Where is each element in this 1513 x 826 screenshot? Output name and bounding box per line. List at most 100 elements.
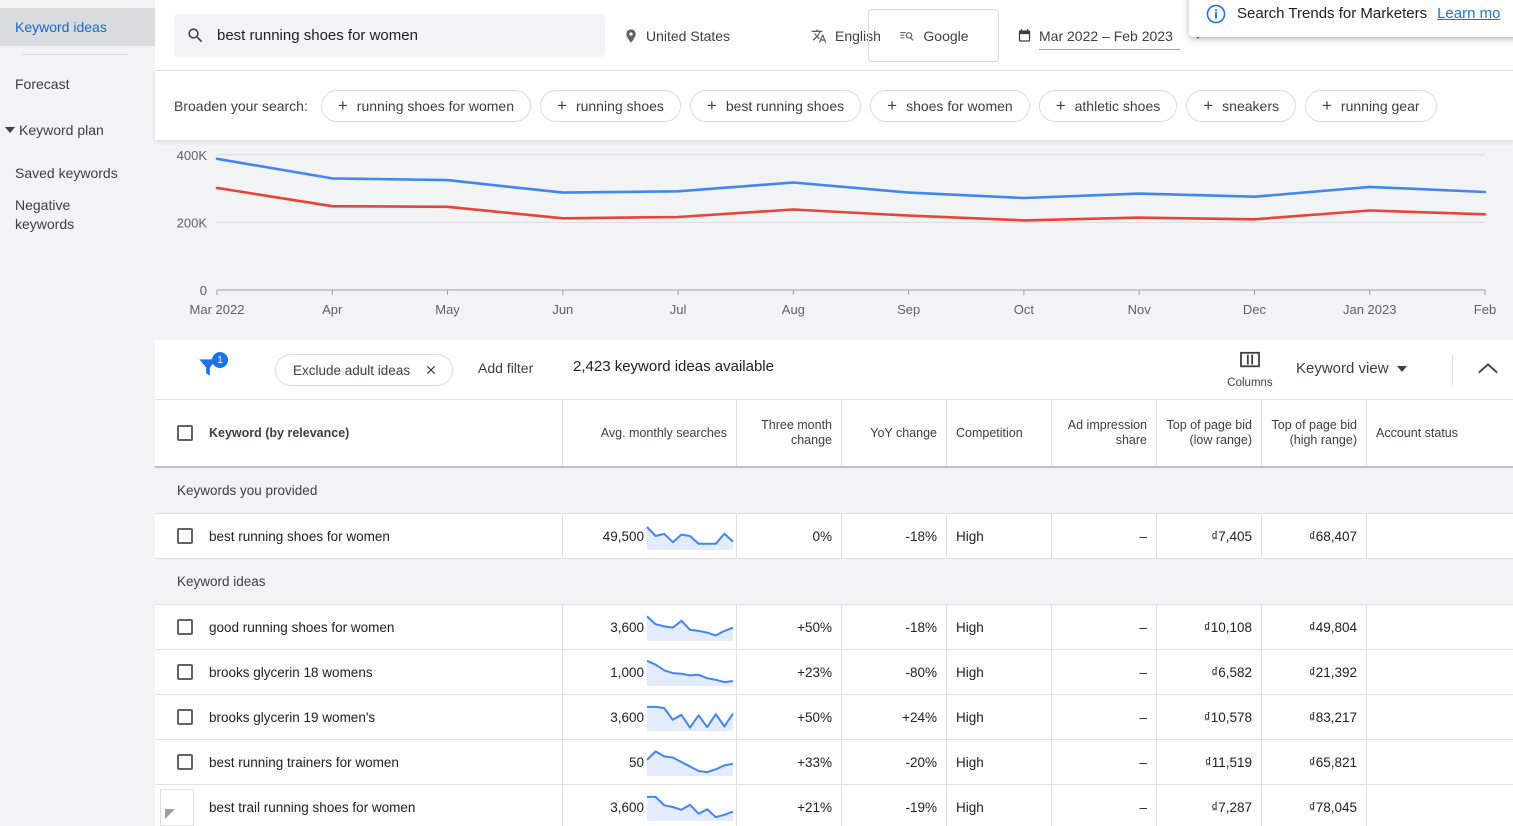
row-checkbox[interactable] [177, 528, 193, 544]
broaden-chip-6[interactable]: + running gear [1304, 89, 1437, 122]
cell-ad-impression-share-value: – [1139, 799, 1147, 815]
column-header-label: Top of page bid (low range) [1166, 418, 1253, 447]
broaden-chip-4[interactable]: + athletic shoes [1038, 89, 1178, 122]
cell-account-status [1366, 650, 1513, 694]
cell-competition-value: High [956, 754, 984, 770]
row-checkbox[interactable] [177, 709, 193, 725]
broaden-chip-5[interactable]: + sneakers [1186, 89, 1296, 122]
avg-monthly-searches-value: 1,000 [610, 664, 644, 680]
broaden-chip-3[interactable]: + shoes for women [870, 89, 1030, 122]
broaden-chip-label: best running shoes [725, 97, 845, 114]
table-row[interactable]: best running shoes for women 49,500 0% -18%… [155, 514, 1513, 559]
svg-text:0: 0 [200, 283, 207, 298]
sidebar-item-negative-keywords[interactable]: Negative keywords [0, 196, 155, 240]
cell-keyword: brooks glycerin 19 women's [155, 695, 562, 739]
select-all-checkbox[interactable] [177, 425, 193, 441]
sparkline-chart [646, 615, 734, 641]
table-row[interactable]: best running trainers for women 50 +33% -20… [155, 740, 1513, 785]
cell-account-status [1366, 514, 1513, 558]
broaden-chip-label: running shoes [575, 97, 664, 114]
cell-three-month-change: +50% [736, 695, 841, 739]
plus-icon: + [887, 96, 898, 115]
broaden-chip-1[interactable]: + running shoes [540, 89, 681, 122]
cell-bid-low-value: ₫10,108 [1203, 619, 1252, 635]
table-row[interactable]: brooks glycerin 19 women's 3,600 +50% +24% H… [155, 695, 1513, 740]
broaden-chip-label: running shoes for women [356, 97, 514, 114]
search-input[interactable]: best running shoes for women [174, 14, 605, 57]
sidebar-item-keyword-ideas[interactable]: Keyword ideas [0, 8, 155, 46]
translate-icon [811, 29, 827, 43]
sidebar-item-label: Keyword ideas [15, 19, 107, 35]
column-header-account-status[interactable]: Account status [1366, 400, 1513, 466]
avg-monthly-searches-value: 3,600 [610, 799, 644, 815]
column-header-label: YoY change [870, 425, 937, 440]
exclude-adult-ideas-chip[interactable]: Exclude adult ideas [275, 354, 454, 386]
plus-icon: + [557, 96, 567, 115]
toast-learn-more-link[interactable]: Learn mo [1437, 5, 1500, 22]
date-range-label: Mar 2022 – Feb 2023 [1039, 28, 1173, 44]
column-header-label: Three month change [761, 418, 832, 447]
cell-keyword: best running trainers for women [155, 740, 562, 784]
column-header-three-month-change[interactable]: Three month change [736, 400, 841, 466]
cell-keyword: good running shoes for women [155, 605, 562, 649]
avg-monthly-searches-value: 49,500 [602, 528, 644, 544]
keyword-table: Keyword (by relevance) Avg. monthly sear… [155, 400, 1513, 826]
location-label: United States [646, 28, 731, 44]
date-range-selector[interactable]: Mar 2022 – Feb 2023 [1017, 24, 1202, 50]
collapse-chart-button[interactable] [1477, 362, 1499, 381]
row-checkbox[interactable] [177, 619, 193, 635]
sidebar: Keyword ideas Forecast Keyword plan Save… [0, 0, 155, 826]
filter-funnel-button[interactable]: 1 [195, 352, 229, 386]
cell-ad-impression-share: – [1051, 514, 1156, 558]
columns-button[interactable]: Columns [1218, 351, 1282, 389]
svg-text:200K: 200K [177, 215, 208, 230]
cell-three-month-change: +23% [736, 650, 841, 694]
row-checkbox[interactable] [177, 754, 193, 770]
column-header-yoy-change[interactable]: YoY change [841, 400, 946, 466]
broaden-chip-label: shoes for women [906, 97, 1013, 114]
broaden-search-bar: Broaden your search: + running shoes for… [155, 71, 1513, 140]
avg-monthly-searches-value: 3,600 [610, 709, 644, 725]
column-header-keyword[interactable]: Keyword (by relevance) [155, 400, 562, 466]
cell-bid-low: ₫6,582 [1156, 650, 1261, 694]
cell-competition: High [946, 740, 1051, 784]
column-header-bid-high[interactable]: Top of page bid (high range) [1261, 400, 1366, 466]
table-row[interactable]: good running shoes for women 3,600 +50% -18… [155, 605, 1513, 650]
column-header-bid-low[interactable]: Top of page bid (low range) [1156, 400, 1261, 466]
cell-yoy-change-value: -20% [905, 754, 937, 770]
keyword-view-selector[interactable]: Keyword view [1296, 360, 1407, 377]
sparkline-chart [646, 526, 734, 550]
sidebar-item-keyword-plan[interactable]: Keyword plan [0, 114, 155, 146]
cell-three-month-change: +50% [736, 605, 841, 649]
cell-ad-impression-share: – [1051, 740, 1156, 784]
avg-monthly-searches-value: 3,600 [610, 619, 644, 635]
add-filter-button[interactable]: Add filter [478, 360, 533, 376]
location-selector[interactable]: United States [623, 24, 730, 48]
column-header-ad-impression-share[interactable]: Ad impression share [1051, 400, 1156, 466]
cell-ad-impression-share-value: – [1139, 664, 1147, 680]
row-checkbox[interactable] [177, 664, 193, 680]
broaden-chip-2[interactable]: + best running shoes [689, 89, 862, 122]
search-trends-toast: Search Trends for Marketers Learn mo [1189, 0, 1513, 37]
cell-yoy-change: +24% [841, 695, 946, 739]
filter-count-badge: 1 [212, 352, 228, 368]
cell-ad-impression-share: – [1051, 605, 1156, 649]
broaden-chip-0[interactable]: + running shoes for women [320, 89, 531, 122]
cell-avg-monthly-searches: 50 [562, 740, 736, 784]
cell-yoy-change: -18% [841, 514, 946, 558]
sidebar-item-saved-keywords[interactable]: Saved keywords [0, 157, 155, 189]
cell-bid-high: ₫68,407 [1261, 514, 1366, 558]
column-header-avg-monthly-searches[interactable]: Avg. monthly searches [562, 400, 736, 466]
close-icon[interactable] [424, 363, 438, 377]
table-row[interactable]: brooks glycerin 18 womens 1,000 +23% -80% Hi… [155, 650, 1513, 695]
table-row[interactable]: best trail running shoes for women 3,600 +… [155, 785, 1513, 826]
resize-triangle-icon [165, 809, 175, 819]
cell-bid-low: ₫10,108 [1156, 605, 1261, 649]
column-header-competition[interactable]: Competition [946, 400, 1051, 466]
table-group-header: Keywords you provided [155, 468, 1513, 514]
table-corner-handle[interactable] [160, 789, 194, 826]
keyword-text: best running shoes for women [209, 528, 390, 544]
table-body: Keywords you provided best running shoes … [155, 468, 1513, 826]
sidebar-item-forecast[interactable]: Forecast [0, 68, 155, 100]
network-selector[interactable]: Google [868, 9, 999, 62]
